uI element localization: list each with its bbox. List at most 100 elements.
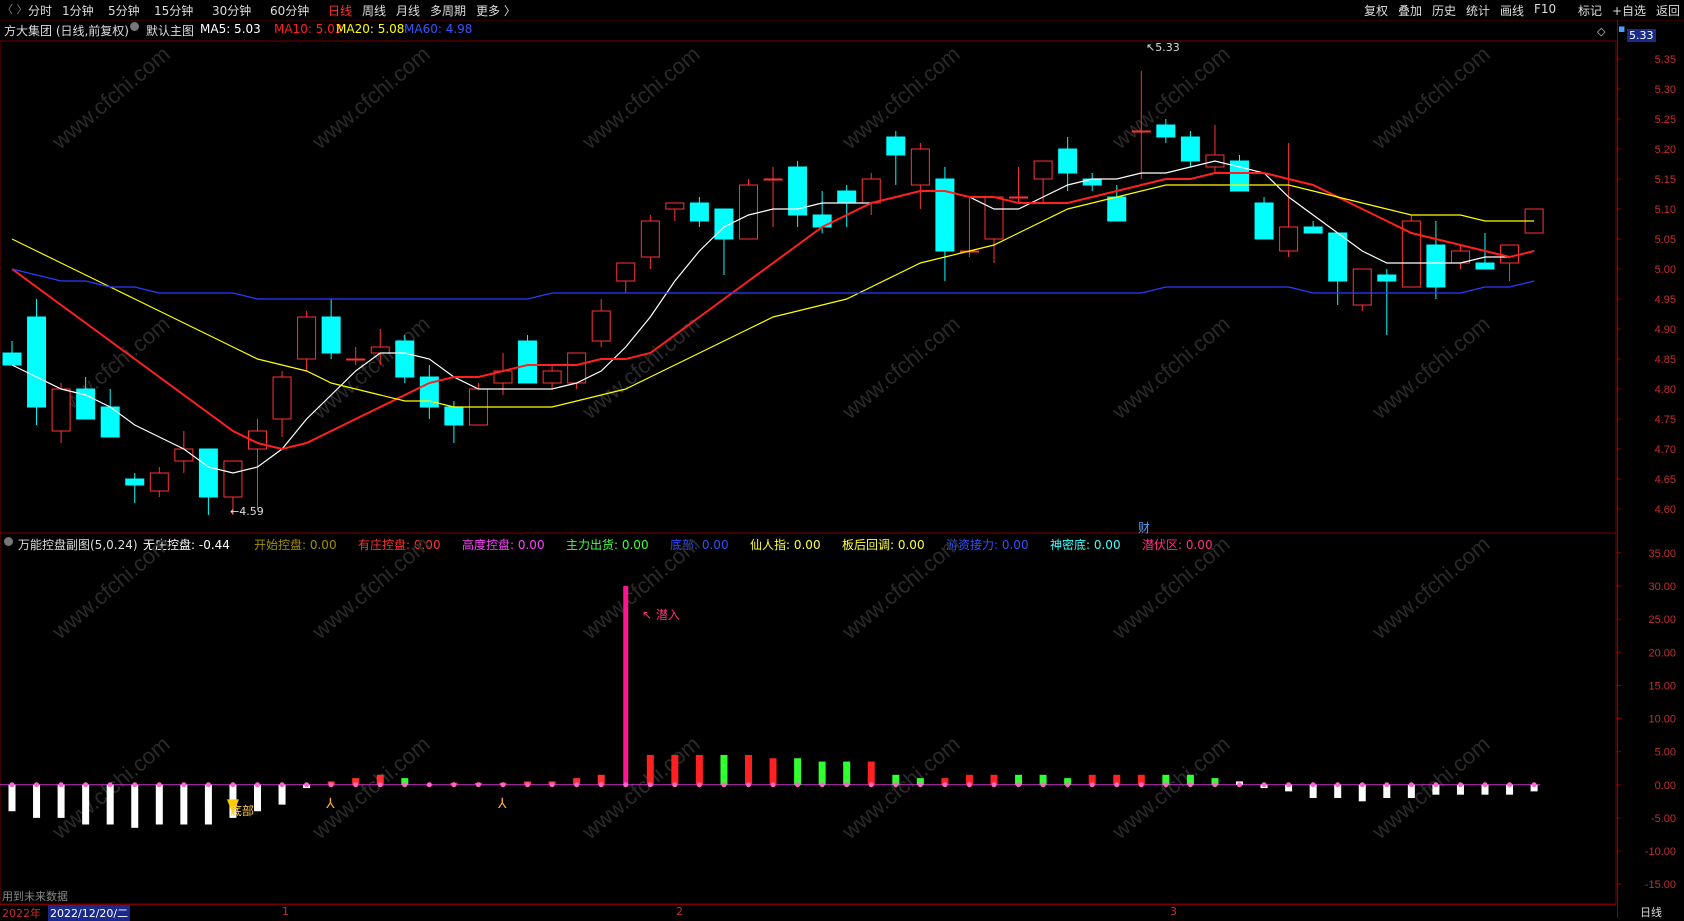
sub-zero-dot [721, 782, 727, 788]
sub-zero-dot [304, 782, 310, 788]
candle-body [935, 178, 955, 252]
sub-zero-dot [1507, 782, 1513, 788]
sub-bar [106, 784, 114, 825]
candle-body [886, 136, 906, 156]
sub-zero-dot [647, 782, 653, 788]
sub-bar [720, 754, 728, 785]
candle-body [1082, 178, 1102, 186]
candle-body [984, 196, 1004, 240]
sub-zero-dot [1237, 782, 1242, 788]
candle-body [1033, 160, 1053, 180]
sub-zero-dot [549, 782, 555, 788]
sub-bar [254, 784, 261, 812]
sub-zero-dot [917, 782, 923, 788]
qianru-label: ↖ 潜入 [642, 608, 680, 622]
expand-icon[interactable]: ▪ [1618, 22, 1625, 35]
sub-zero-dot [1384, 782, 1390, 788]
finance-marker[interactable]: 财 [1138, 519, 1150, 536]
candle-body [223, 460, 243, 498]
watermark-text: www.cfchi.com [306, 731, 434, 844]
sub-zero-dot [205, 782, 211, 788]
low-price-label: ←4.59 [230, 505, 264, 518]
sub-bar [82, 784, 90, 825]
watermark-text: www.cfchi.com [1106, 531, 1234, 644]
candle-body [1107, 196, 1127, 222]
sub-zero-dot [58, 782, 64, 788]
sub-zero-dot [107, 782, 113, 788]
sub-zero-dot [1310, 782, 1316, 788]
candle-body [2, 352, 22, 366]
sub-zero-dot [770, 782, 776, 788]
sub-zero-dot [255, 782, 260, 788]
sub-zero-dot [672, 782, 678, 788]
watermark-text: www.cfchi.com [576, 731, 704, 844]
candle-body [1328, 232, 1348, 282]
candle-body [272, 376, 292, 420]
month-label-1: 1 [282, 905, 289, 918]
candle-body [1180, 136, 1200, 162]
sub-zero-dot [1187, 782, 1193, 788]
sub-zero-dot [844, 782, 850, 788]
sub-bar [769, 758, 777, 785]
sub-zero-dot [1138, 782, 1144, 788]
sub-bar [695, 754, 703, 785]
sub-zero-dot [181, 782, 187, 788]
candle-body [321, 316, 341, 354]
sub-bar [33, 784, 41, 818]
sub-zero-dot [1016, 782, 1022, 788]
sub-zero-dot [426, 782, 432, 788]
sub-bar [745, 754, 752, 785]
candle-body [542, 370, 562, 384]
chart-annotations: ⅄ ⅄ [226, 796, 507, 815]
candle-body [125, 478, 145, 486]
sub-bar [180, 784, 188, 825]
watermark-text: www.cfchi.com [1106, 311, 1234, 424]
candle-body [1254, 202, 1274, 240]
sub-zero-dot [1065, 782, 1071, 788]
right-price-axis [1617, 20, 1684, 918]
ma-line-ma60 [11, 268, 1535, 300]
candle-body [346, 358, 366, 361]
diamond-icon[interactable]: ◇ [1597, 25, 1605, 38]
sub-zero-dot [328, 782, 334, 788]
sub-bar [131, 784, 139, 828]
watermark-text: www.cfchi.com [306, 41, 434, 154]
candle-body [591, 310, 611, 342]
sub-zero-dot [34, 782, 40, 788]
chart-area[interactable]: www.cfchi.com www.cfchi.com www.cfchi.com w… [0, 0, 1684, 918]
sub-zero-dot [279, 782, 285, 788]
candle-body [1303, 226, 1323, 234]
main-panel-frame [0, 40, 1617, 534]
sub-zero-dot [451, 782, 457, 788]
watermark-text: www.cfchi.com [1366, 41, 1494, 154]
sub-zero-dot [1433, 782, 1439, 788]
sub-zero-dot [353, 782, 359, 788]
candle-body [395, 340, 415, 378]
sub-zero-dot [377, 782, 383, 788]
candle-body [665, 202, 685, 210]
candle-body [763, 178, 783, 181]
sub-zero-dot [1163, 782, 1169, 788]
candle-body [518, 340, 538, 384]
watermark-text: www.cfchi.com [836, 311, 964, 424]
sub-zero-dot [500, 782, 506, 788]
sub-zero-dot [966, 782, 972, 788]
future-data-note: 用到未来数据 [2, 890, 68, 903]
watermark-text: www.cfchi.com [46, 531, 174, 644]
candle-body [27, 316, 47, 408]
sub-zero-dot [696, 782, 702, 788]
cursor-date: 2022/12/20/二 [48, 905, 131, 921]
sub-zero-dot [574, 782, 580, 788]
sub-zero-dot [525, 782, 531, 788]
sub-zero-dot [156, 782, 162, 788]
candle-body [837, 190, 857, 204]
date-axis: 2022年 2022/12/20/二 1 2 3 [0, 904, 1616, 921]
candle-body [910, 148, 930, 186]
sub-zero-dot [1408, 782, 1414, 788]
sub-zero-dot [132, 782, 138, 788]
sub-bar [818, 761, 826, 785]
watermark-text: www.cfchi.com [836, 531, 964, 644]
candle-body [567, 352, 587, 384]
candle-body [640, 220, 660, 258]
sub-zero-dot [623, 782, 629, 788]
